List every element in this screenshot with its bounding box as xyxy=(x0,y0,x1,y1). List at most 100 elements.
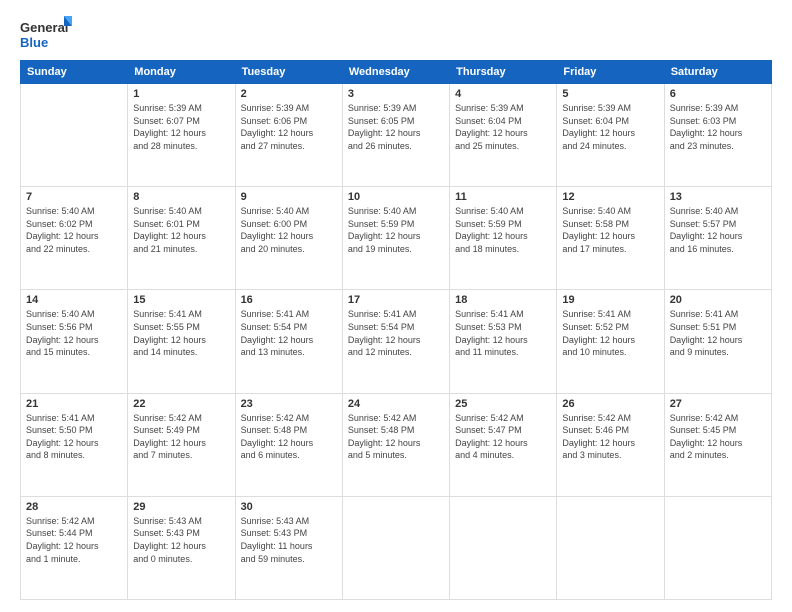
day-info: Sunrise: 5:41 AM Sunset: 5:51 PM Dayligh… xyxy=(670,308,766,358)
day-info: Sunrise: 5:40 AM Sunset: 5:56 PM Dayligh… xyxy=(26,308,122,358)
day-cell: 15 Sunrise: 5:41 AM Sunset: 5:55 PM Dayli… xyxy=(128,290,235,393)
day-cell: 21 Sunrise: 5:41 AM Sunset: 5:50 PM Dayli… xyxy=(21,393,128,496)
day-number: 27 xyxy=(670,398,766,410)
day-cell: 12 Sunrise: 5:40 AM Sunset: 5:58 PM Dayli… xyxy=(557,187,664,290)
day-info: Sunrise: 5:42 AM Sunset: 5:47 PM Dayligh… xyxy=(455,412,551,462)
day-cell: 9 Sunrise: 5:40 AM Sunset: 6:00 PM Daylig… xyxy=(235,187,342,290)
day-info: Sunrise: 5:42 AM Sunset: 5:46 PM Dayligh… xyxy=(562,412,658,462)
day-info: Sunrise: 5:39 AM Sunset: 6:07 PM Dayligh… xyxy=(133,102,229,152)
day-cell xyxy=(450,496,557,599)
day-cell: 20 Sunrise: 5:41 AM Sunset: 5:51 PM Dayli… xyxy=(664,290,771,393)
week-row-1: 1 Sunrise: 5:39 AM Sunset: 6:07 PM Daylig… xyxy=(21,84,772,187)
day-number: 7 xyxy=(26,191,122,203)
day-number: 6 xyxy=(670,88,766,100)
day-number: 5 xyxy=(562,88,658,100)
weekday-header-tuesday: Tuesday xyxy=(235,61,342,84)
day-number: 29 xyxy=(133,501,229,513)
day-info: Sunrise: 5:39 AM Sunset: 6:05 PM Dayligh… xyxy=(348,102,444,152)
day-cell xyxy=(664,496,771,599)
day-info: Sunrise: 5:40 AM Sunset: 6:02 PM Dayligh… xyxy=(26,205,122,255)
day-cell: 4 Sunrise: 5:39 AM Sunset: 6:04 PM Daylig… xyxy=(450,84,557,187)
week-row-5: 28 Sunrise: 5:42 AM Sunset: 5:44 PM Dayli… xyxy=(21,496,772,599)
day-info: Sunrise: 5:41 AM Sunset: 5:54 PM Dayligh… xyxy=(241,308,337,358)
day-number: 25 xyxy=(455,398,551,410)
day-info: Sunrise: 5:41 AM Sunset: 5:50 PM Dayligh… xyxy=(26,412,122,462)
day-cell: 16 Sunrise: 5:41 AM Sunset: 5:54 PM Dayli… xyxy=(235,290,342,393)
weekday-header-friday: Friday xyxy=(557,61,664,84)
day-cell xyxy=(342,496,449,599)
day-cell: 23 Sunrise: 5:42 AM Sunset: 5:48 PM Dayli… xyxy=(235,393,342,496)
day-number: 9 xyxy=(241,191,337,203)
day-number: 4 xyxy=(455,88,551,100)
day-cell xyxy=(21,84,128,187)
weekday-header-wednesday: Wednesday xyxy=(342,61,449,84)
day-info: Sunrise: 5:42 AM Sunset: 5:48 PM Dayligh… xyxy=(241,412,337,462)
day-number: 21 xyxy=(26,398,122,410)
day-info: Sunrise: 5:42 AM Sunset: 5:44 PM Dayligh… xyxy=(26,515,122,565)
day-info: Sunrise: 5:41 AM Sunset: 5:52 PM Dayligh… xyxy=(562,308,658,358)
header: GeneralBlue xyxy=(20,16,772,52)
day-cell: 19Sunrise: 5:41 AM Sunset: 5:52 PM Dayli… xyxy=(557,290,664,393)
svg-text:Blue: Blue xyxy=(20,35,48,50)
day-number: 8 xyxy=(133,191,229,203)
day-number: 17 xyxy=(348,294,444,306)
day-cell: 1 Sunrise: 5:39 AM Sunset: 6:07 PM Daylig… xyxy=(128,84,235,187)
weekday-header-monday: Monday xyxy=(128,61,235,84)
day-info: Sunrise: 5:41 AM Sunset: 5:54 PM Dayligh… xyxy=(348,308,444,358)
day-cell: 24 Sunrise: 5:42 AM Sunset: 5:48 PM Dayli… xyxy=(342,393,449,496)
day-info: Sunrise: 5:40 AM Sunset: 6:01 PM Dayligh… xyxy=(133,205,229,255)
day-number: 26 xyxy=(562,398,658,410)
day-number: 22 xyxy=(133,398,229,410)
day-cell: 25 Sunrise: 5:42 AM Sunset: 5:47 PM Dayli… xyxy=(450,393,557,496)
day-number: 23 xyxy=(241,398,337,410)
day-cell: 28 Sunrise: 5:42 AM Sunset: 5:44 PM Dayli… xyxy=(21,496,128,599)
day-cell xyxy=(557,496,664,599)
day-info: Sunrise: 5:39 AM Sunset: 6:06 PM Dayligh… xyxy=(241,102,337,152)
day-number: 13 xyxy=(670,191,766,203)
day-info: Sunrise: 5:40 AM Sunset: 5:59 PM Dayligh… xyxy=(455,205,551,255)
day-cell: 14 Sunrise: 5:40 AM Sunset: 5:56 PM Dayli… xyxy=(21,290,128,393)
day-cell: 7 Sunrise: 5:40 AM Sunset: 6:02 PM Daylig… xyxy=(21,187,128,290)
day-cell: 29 Sunrise: 5:43 AM Sunset: 5:43 PM Dayli… xyxy=(128,496,235,599)
day-info: Sunrise: 5:40 AM Sunset: 5:58 PM Dayligh… xyxy=(562,205,658,255)
day-info: Sunrise: 5:42 AM Sunset: 5:49 PM Dayligh… xyxy=(133,412,229,462)
logo-svg: GeneralBlue xyxy=(20,16,72,52)
page: GeneralBlue SundayMondayTuesdayWednesday… xyxy=(0,0,792,612)
day-number: 28 xyxy=(26,501,122,513)
day-cell: 22 Sunrise: 5:42 AM Sunset: 5:49 PM Dayli… xyxy=(128,393,235,496)
weekday-header-saturday: Saturday xyxy=(664,61,771,84)
day-number: 20 xyxy=(670,294,766,306)
day-cell: 18Sunrise: 5:41 AM Sunset: 5:53 PM Dayli… xyxy=(450,290,557,393)
day-number: 15 xyxy=(133,294,229,306)
day-number: 30 xyxy=(241,501,337,513)
day-cell: 11 Sunrise: 5:40 AM Sunset: 5:59 PM Dayli… xyxy=(450,187,557,290)
day-info: Sunrise: 5:39 AM Sunset: 6:04 PM Dayligh… xyxy=(455,102,551,152)
weekday-header-thursday: Thursday xyxy=(450,61,557,84)
day-info: Sunrise: 5:41 AM Sunset: 5:55 PM Dayligh… xyxy=(133,308,229,358)
day-number: 16 xyxy=(241,294,337,306)
day-number: 1 xyxy=(133,88,229,100)
day-cell: 8 Sunrise: 5:40 AM Sunset: 6:01 PM Daylig… xyxy=(128,187,235,290)
day-info: Sunrise: 5:40 AM Sunset: 5:57 PM Dayligh… xyxy=(670,205,766,255)
weekday-header-row: SundayMondayTuesdayWednesdayThursdayFrid… xyxy=(21,61,772,84)
day-number: 12 xyxy=(562,191,658,203)
day-number: 2 xyxy=(241,88,337,100)
week-row-4: 21 Sunrise: 5:41 AM Sunset: 5:50 PM Dayli… xyxy=(21,393,772,496)
day-info: Sunrise: 5:41 AM Sunset: 5:53 PM Dayligh… xyxy=(455,308,551,358)
day-number: 11 xyxy=(455,191,551,203)
day-number: 10 xyxy=(348,191,444,203)
day-info: Sunrise: 5:42 AM Sunset: 5:48 PM Dayligh… xyxy=(348,412,444,462)
day-info: Sunrise: 5:43 AM Sunset: 5:43 PM Dayligh… xyxy=(133,515,229,565)
week-row-2: 7 Sunrise: 5:40 AM Sunset: 6:02 PM Daylig… xyxy=(21,187,772,290)
day-info: Sunrise: 5:39 AM Sunset: 6:03 PM Dayligh… xyxy=(670,102,766,152)
day-cell: 17 Sunrise: 5:41 AM Sunset: 5:54 PM Dayli… xyxy=(342,290,449,393)
day-info: Sunrise: 5:40 AM Sunset: 6:00 PM Dayligh… xyxy=(241,205,337,255)
day-info: Sunrise: 5:42 AM Sunset: 5:45 PM Dayligh… xyxy=(670,412,766,462)
svg-text:General: General xyxy=(20,20,68,35)
day-number: 14 xyxy=(26,294,122,306)
day-info: Sunrise: 5:43 AM Sunset: 5:43 PM Dayligh… xyxy=(241,515,337,565)
day-number: 24 xyxy=(348,398,444,410)
day-cell: 5Sunrise: 5:39 AM Sunset: 6:04 PM Daylig… xyxy=(557,84,664,187)
day-cell: 30 Sunrise: 5:43 AM Sunset: 5:43 PM Dayli… xyxy=(235,496,342,599)
day-cell: 26 Sunrise: 5:42 AM Sunset: 5:46 PM Dayli… xyxy=(557,393,664,496)
